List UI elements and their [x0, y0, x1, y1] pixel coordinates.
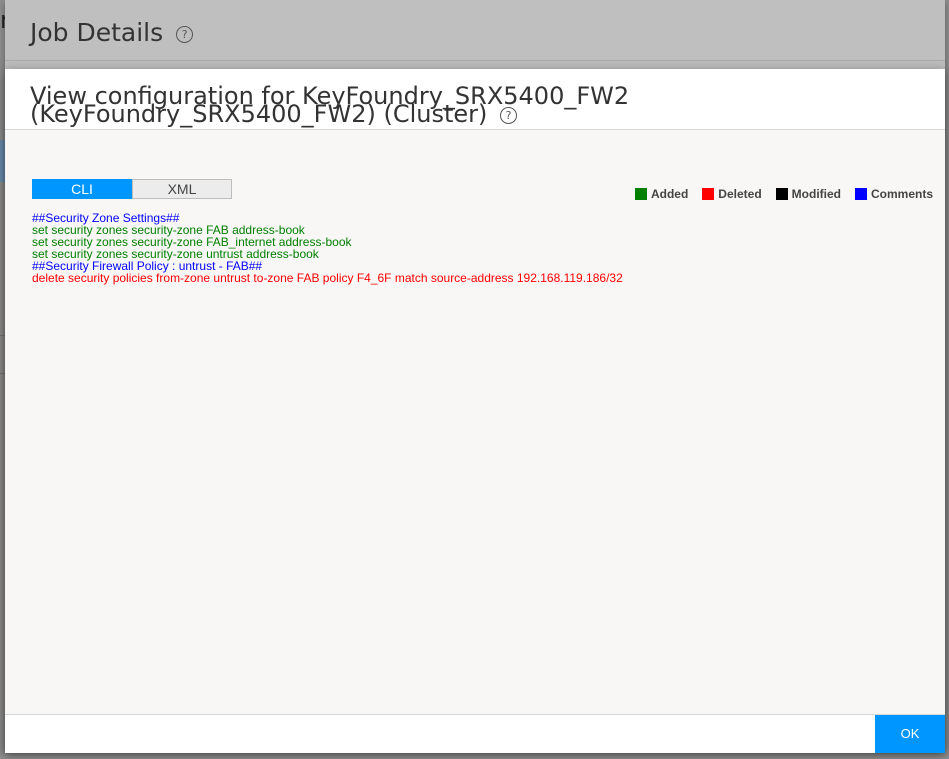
view-configuration-title-text: View configuration for KeyFoundry_SRX540… [30, 82, 630, 128]
legend-label: Added [650, 187, 689, 201]
legend-item-comments: Comments [854, 187, 933, 201]
comments-swatch [854, 188, 867, 200]
legend-item-deleted: Deleted [702, 187, 762, 201]
job-details-title-text: Job Details [30, 18, 164, 47]
tab-cli[interactable]: CLI [32, 179, 132, 199]
legend: Added Deleted Modified Comments [634, 187, 933, 201]
modified-swatch [775, 188, 788, 200]
view-configuration-header: View configuration for KeyFoundry_SRX540… [5, 69, 945, 130]
help-icon[interactable]: ? [176, 25, 194, 43]
legend-item-added: Added [634, 187, 689, 201]
legend-item-modified: Modified [775, 187, 841, 201]
job-details-header: Job Details ? [5, 0, 945, 61]
view-configuration-dialog: View configuration for KeyFoundry_SRX540… [5, 69, 945, 753]
legend-label: Comments [870, 187, 933, 201]
view-configuration-title: View configuration for KeyFoundry_SRX540… [30, 84, 930, 126]
tab-xml[interactable]: XML [132, 179, 232, 199]
legend-label: Deleted [718, 187, 762, 201]
dialog-footer: OK [5, 714, 945, 753]
job-details-title: Job Details ? [30, 18, 194, 47]
configuration-body: CLI XML Added Deleted Modified Comments … [5, 130, 945, 714]
added-swatch [634, 188, 647, 200]
format-tabs: CLI XML [32, 179, 232, 199]
legend-label: Modified [791, 187, 841, 201]
deleted-swatch [702, 188, 715, 200]
config-line-deleted: delete security policies from-zone untru… [32, 271, 623, 285]
ok-button[interactable]: OK [875, 715, 945, 753]
config-lines: ##Security Zone Settings## set security … [32, 212, 623, 284]
help-icon[interactable]: ? [500, 106, 518, 124]
